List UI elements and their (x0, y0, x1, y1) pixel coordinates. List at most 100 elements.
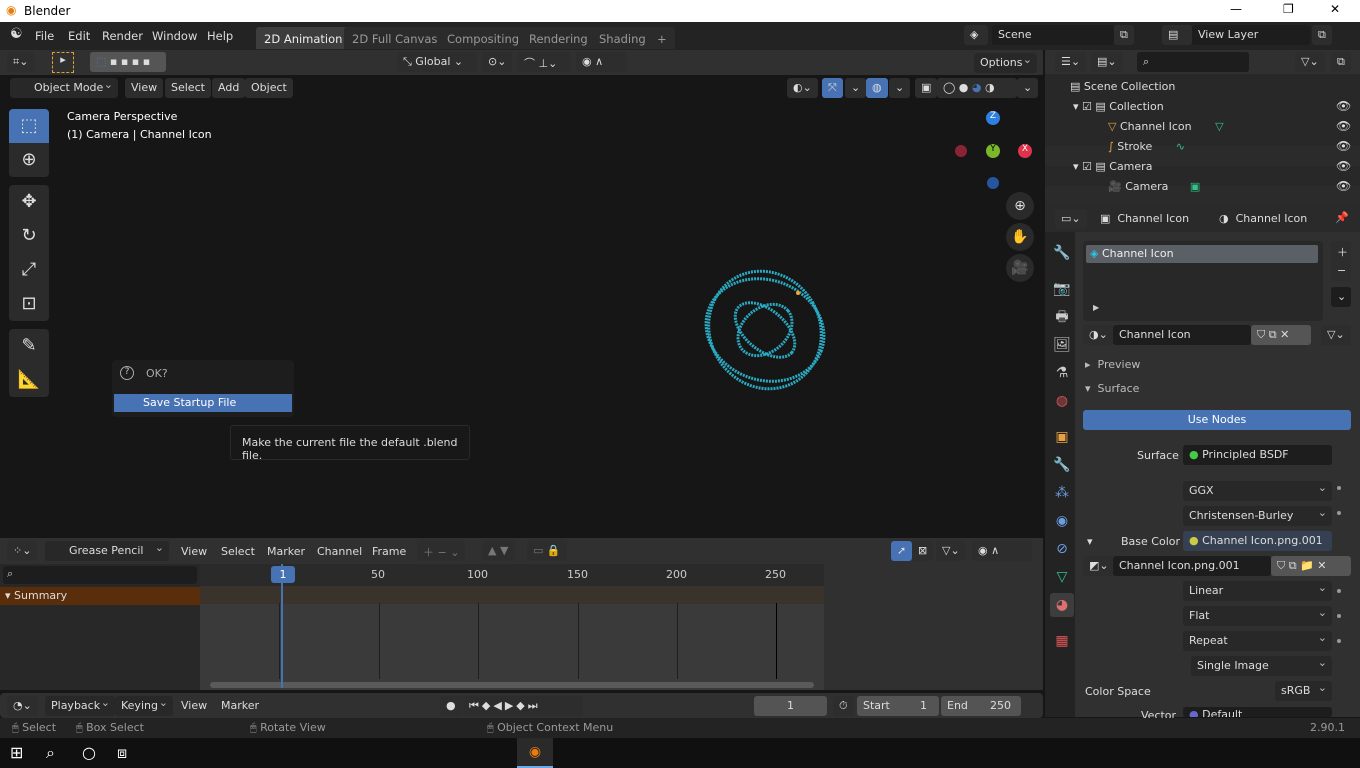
viewport-menu-select[interactable]: Select (165, 78, 211, 98)
image-source-dropdown[interactable]: Single Image (1191, 656, 1332, 676)
image-fake-copy-open-unlink[interactable]: ⛉ ⧉ 📁 ✕ (1271, 556, 1351, 576)
camera-view-icon[interactable]: 🎥 (1006, 254, 1034, 282)
extension-dropdown[interactable]: Repeat (1183, 631, 1332, 651)
material-name-field[interactable]: Channel Icon (1113, 325, 1251, 345)
horizontal-scrollbar[interactable] (210, 682, 814, 688)
maximize-button[interactable]: ❐ (1283, 2, 1294, 16)
dopesheet-proportional-icon[interactable]: ◉ ∧ (972, 541, 1032, 561)
distribution-dropdown[interactable]: GGX (1183, 481, 1332, 501)
link-dropdown-icon[interactable]: ▽⌄ (1321, 325, 1351, 345)
material-tab-icon[interactable]: ◕ (1050, 593, 1074, 617)
tab-compositing[interactable]: Compositing (439, 27, 528, 49)
move-tool-icon[interactable]: ✥ (9, 185, 49, 219)
new-scene-icon[interactable]: ⧉ (1114, 25, 1134, 45)
viewport-menu-add[interactable]: Add (212, 78, 246, 98)
timeline-menu-view[interactable]: View (181, 699, 207, 712)
current-frame-field[interactable]: 1 (754, 696, 827, 716)
dopesheet-editor-type-icon[interactable]: ⁘⌄ (7, 541, 38, 561)
visibility-icon[interactable]: ◐⌄ (787, 78, 818, 98)
add-workspace-button[interactable]: + (649, 27, 675, 49)
shading-dropdown-icon[interactable]: ⌄ (1017, 78, 1039, 98)
3d-viewport[interactable]: Object Mode View Select Add Object ◐⌄ ⤧ … (0, 75, 1043, 535)
xray-icon[interactable]: ▣ (915, 78, 938, 98)
select-box-tool-icon[interactable]: ⬚ (9, 109, 49, 143)
view-layer-tab-icon[interactable]: 🖼 (1050, 333, 1074, 357)
menu-help[interactable]: Help (207, 29, 233, 43)
tab-2d-full-canvas[interactable]: 2D Full Canvas (344, 27, 446, 49)
keyframe-dot-icon[interactable] (1337, 614, 1341, 618)
scene-field[interactable]: Scene (992, 25, 1114, 45)
dopesheet-menu-marker[interactable]: Marker (267, 545, 305, 558)
world-tab-icon[interactable]: ◍ (1050, 389, 1074, 413)
task-view-icon[interactable]: ⧈ (117, 743, 127, 763)
cortana-icon[interactable]: ○ (82, 743, 96, 762)
keyframe-dot-icon[interactable] (1337, 589, 1341, 593)
visibility-eye-icon[interactable]: 👁 (1336, 99, 1351, 113)
close-button[interactable]: ✕ (1330, 2, 1340, 16)
channel-search-input[interactable]: ⌕ (3, 566, 197, 584)
dopesheet-menu-view[interactable]: View (181, 545, 207, 558)
stopwatch-icon[interactable]: ⏱ (833, 696, 854, 716)
outliner-search-input[interactable]: ⌕ (1137, 52, 1249, 72)
outliner-editor-type-icon[interactable]: ☰⌄ (1055, 52, 1087, 72)
projection-dropdown[interactable]: Flat (1183, 606, 1332, 626)
grease-pencil-object[interactable] (690, 255, 840, 405)
summary-channel[interactable]: ▾ Summary (0, 587, 200, 605)
scene-browse-icon[interactable]: ◈ (964, 25, 988, 45)
constraints-tab-icon[interactable]: ⊘ (1050, 537, 1074, 561)
material-slot-item[interactable]: ◈ Channel Icon (1086, 245, 1318, 263)
scale-tool-icon[interactable]: ⤢ (9, 253, 49, 287)
physics-tab-icon[interactable]: ◉ (1050, 509, 1074, 533)
new-collection-icon[interactable]: ⧉ (1331, 52, 1351, 72)
pivot-point-icon[interactable]: ⊙⌄ (482, 52, 513, 72)
remove-slot-button[interactable]: − (1331, 261, 1351, 281)
outliner-camera-collection[interactable]: ▾ ☑ ▤ Camera (1073, 160, 1152, 173)
slot-menu-button[interactable]: ⌄ (1331, 287, 1351, 307)
outliner-camera-object[interactable]: 🎥 Camera ▣ (1108, 180, 1200, 193)
browse-material-icon[interactable]: ◑⌄ (1083, 325, 1113, 345)
mode-dropdown[interactable]: Object Mode (10, 78, 118, 98)
breadcrumb-material[interactable]: ◑ Channel Icon (1219, 212, 1307, 225)
gizmo-neg-z[interactable] (987, 177, 999, 189)
view-layer-browse-icon[interactable]: ▤ (1162, 25, 1192, 45)
scene-tab-icon[interactable]: ⚗ (1050, 361, 1074, 385)
dopesheet-menu-channel[interactable]: Channel (317, 545, 362, 558)
pin-icon[interactable]: 📌 (1335, 211, 1349, 224)
tab-2d-animation[interactable]: 2D Animation (256, 27, 351, 49)
gizmo-z-axis[interactable]: Z (986, 111, 1000, 125)
properties-editor-type-icon[interactable]: ▭⌄ (1055, 209, 1087, 229)
measure-tool-icon[interactable]: 📐 (9, 363, 49, 397)
dopesheet-menu-select[interactable]: Select (221, 545, 255, 558)
outliner-filter-icon[interactable]: ▽⌄ (1295, 52, 1325, 72)
render-tab-icon[interactable]: 📷 (1050, 277, 1074, 301)
minimize-button[interactable]: — (1230, 2, 1242, 16)
modifier-tab-icon[interactable]: 🔧 (1050, 453, 1074, 477)
dopesheet-mode-dropdown[interactable]: Grease Pencil (45, 541, 169, 561)
color-space-dropdown[interactable]: sRGB (1275, 681, 1332, 701)
preview-panel-header[interactable]: ▸ Preview (1085, 358, 1140, 371)
start-frame-field[interactable]: Start 1 (857, 696, 939, 716)
material-fake-copy-unlink[interactable]: ⛉ ⧉ ✕ (1251, 325, 1311, 345)
output-tab-icon[interactable]: 🖶 (1050, 305, 1074, 329)
gizmo-y-axis[interactable]: Y (986, 144, 1000, 158)
shading-modes-icon[interactable]: ◯ ● ◕ ◑ (937, 78, 1017, 98)
timeline-editor-type-icon[interactable]: ◔⌄ (7, 696, 38, 716)
zoom-icon[interactable]: ⊕ (1006, 192, 1034, 220)
visibility-eye-icon[interactable]: 👁 (1336, 119, 1351, 133)
gizmo-x-axis[interactable]: X (1018, 144, 1032, 158)
new-view-layer-icon[interactable]: ⧉ (1312, 25, 1332, 45)
material-slot-list[interactable]: ◈ Channel Icon ▶ (1083, 241, 1323, 321)
viewport-menu-object[interactable]: Object (245, 78, 293, 98)
subsurface-method-dropdown[interactable]: Christensen-Burley (1183, 506, 1332, 526)
select-tool-icon[interactable]: ▸ (52, 52, 74, 73)
visibility-eye-icon[interactable]: 👁 (1336, 159, 1351, 173)
transform-tool-icon[interactable]: ⊡ (9, 287, 49, 321)
keyframe-dot-icon[interactable] (1337, 511, 1341, 515)
snap-icon[interactable]: ⌒ ⊥⌄ (518, 52, 570, 72)
playback-controls[interactable]: ⏮◆◀▶◆⏭ (463, 696, 583, 716)
gizmo-dropdown-icon[interactable]: ⌄ (845, 78, 867, 98)
keying-dropdown[interactable]: Keying (115, 696, 173, 716)
visibility-eye-icon[interactable]: 👁 (1336, 139, 1351, 153)
playhead-frame[interactable]: 1 (271, 566, 295, 583)
surface-panel-header[interactable]: ▾ Surface (1085, 382, 1139, 395)
